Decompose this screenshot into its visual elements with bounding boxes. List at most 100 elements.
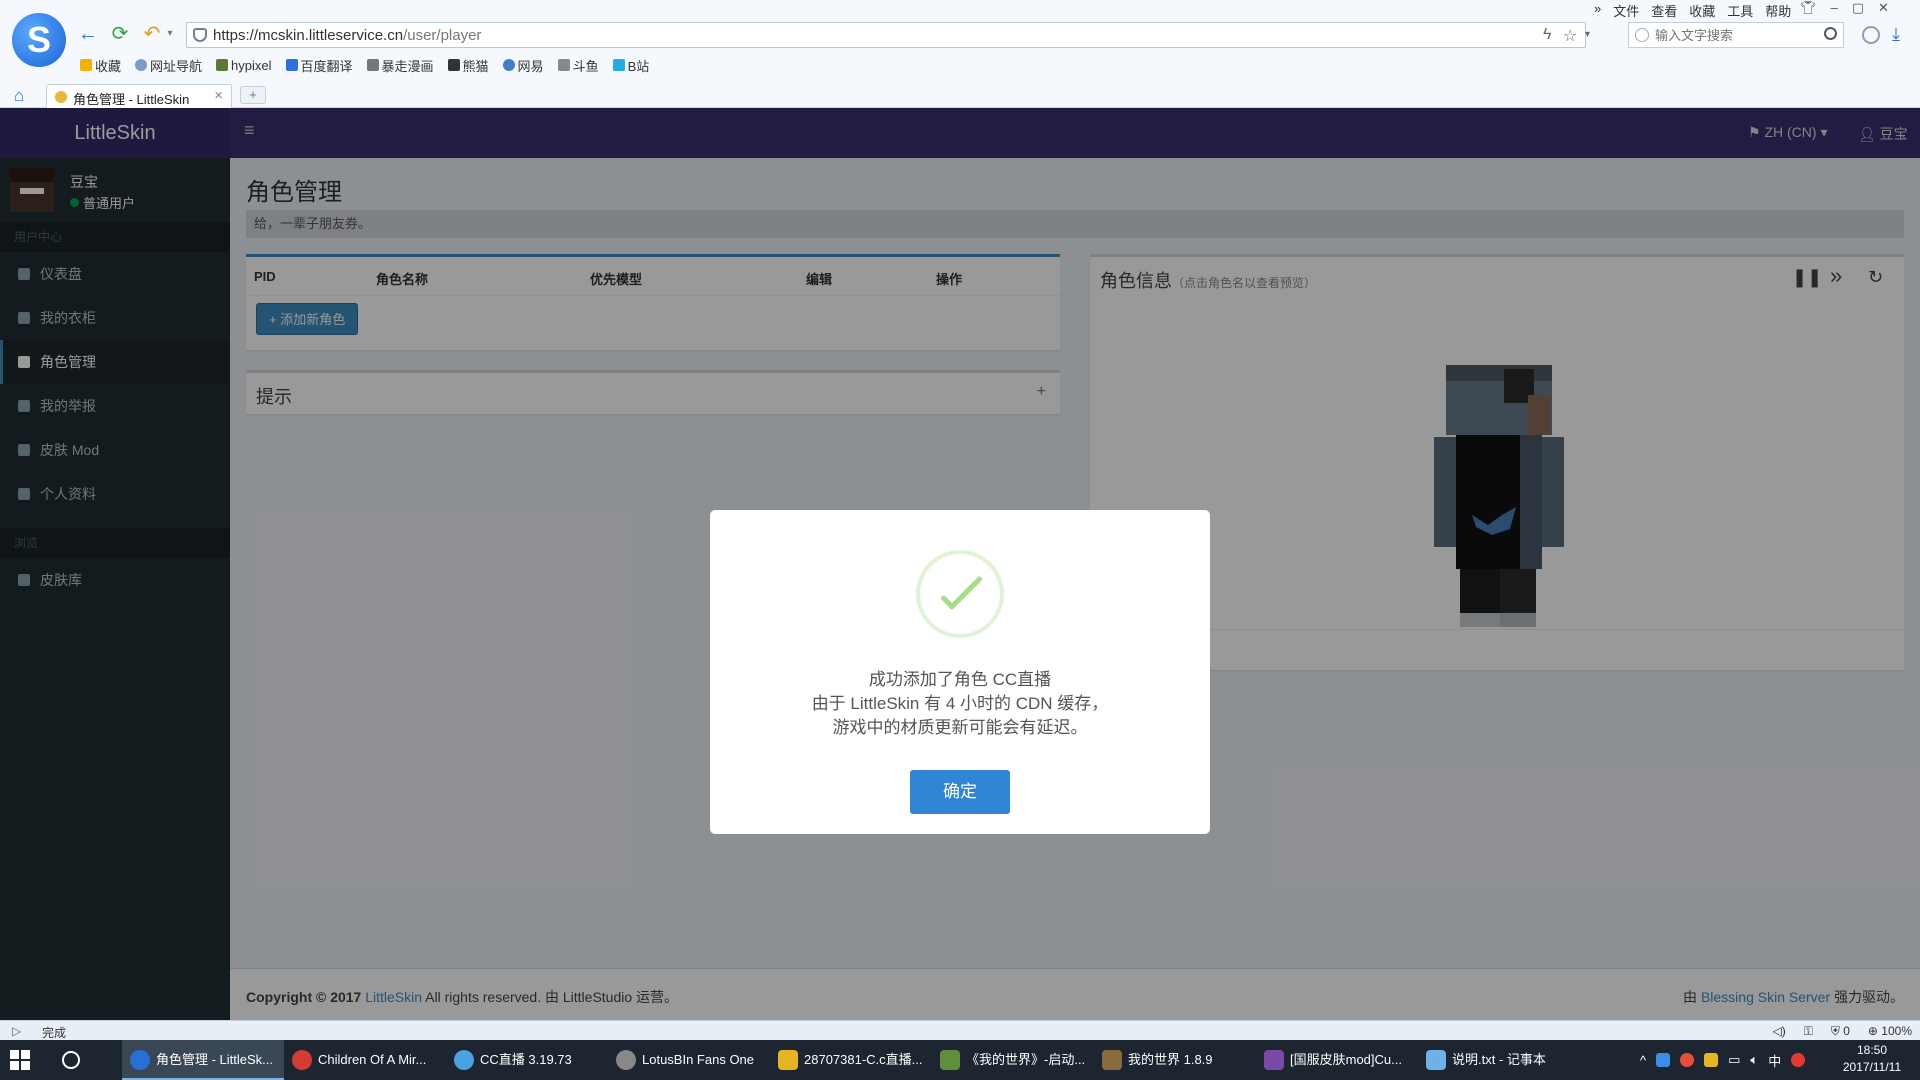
bookmark-item[interactable]: 暴走漫画 bbox=[366, 56, 434, 74]
cortana-icon[interactable] bbox=[62, 1051, 80, 1069]
dialog-line: 由于 LittleSkin 有 4 小时的 CDN 缓存， bbox=[811, 694, 1109, 713]
search-input[interactable] bbox=[1655, 26, 1805, 44]
taskbar-item[interactable]: 角色管理 - LittleSk... bbox=[122, 1040, 284, 1080]
status-text: 完成 bbox=[42, 1026, 67, 1040]
bookmark-item[interactable]: hypixel bbox=[216, 56, 272, 74]
shield-icon: ⛨ bbox=[1830, 1024, 1844, 1038]
lightning-icon[interactable]: ϟ bbox=[1543, 26, 1551, 44]
tray-app-icon[interactable] bbox=[1656, 1053, 1671, 1067]
bookmark-label: 暴走漫画 bbox=[381, 58, 434, 74]
minimize-button[interactable]: – bbox=[1831, 0, 1838, 16]
menu-view[interactable]: 查看 bbox=[1651, 1, 1677, 19]
browser-chrome: ← ⟳ ↶ ▾ https://mcskin.littleservice.cn/… bbox=[0, 0, 1920, 108]
taskbar-item[interactable]: LotusBIn Fans One bbox=[608, 1040, 770, 1080]
lock-icon[interactable]: ⚿ bbox=[1804, 1024, 1813, 1039]
taskbar-item[interactable]: 《我的世界》-启动... bbox=[932, 1040, 1094, 1080]
taskbar-item[interactable]: [国服皮肤mod]Cu... bbox=[1256, 1040, 1418, 1080]
netease-icon bbox=[502, 59, 515, 71]
bookmark-item[interactable]: 斗鱼 bbox=[557, 56, 599, 74]
menu-tools[interactable]: 工具 bbox=[1727, 1, 1753, 19]
back-arrow-icon[interactable]: ← bbox=[76, 22, 100, 46]
url-path: /user/player bbox=[403, 27, 482, 44]
dialog-line: 成功添加了角色 CC直播 bbox=[868, 670, 1052, 689]
taskbar-item[interactable]: Children Of A Mir... bbox=[284, 1040, 446, 1080]
search-icon[interactable] bbox=[1824, 27, 1837, 40]
translate-icon bbox=[285, 59, 298, 71]
windows-start-icon[interactable] bbox=[10, 1050, 30, 1070]
taskbar-item-label: LotusBIn Fans One bbox=[642, 1052, 755, 1067]
tab-title: 角色管理 - LittleSkin bbox=[73, 92, 190, 107]
volume-icon[interactable]: ◁) bbox=[1773, 1024, 1786, 1039]
download-icon[interactable]: ⤓ bbox=[1892, 24, 1900, 45]
close-window-button[interactable]: ✕ bbox=[1878, 0, 1889, 16]
bookmark-item[interactable]: 网易 bbox=[502, 56, 544, 74]
shirt-icon[interactable]: 👕︎ bbox=[1800, 0, 1817, 16]
bookmark-item[interactable]: 收藏 bbox=[80, 56, 121, 74]
new-tab-button[interactable]: + bbox=[240, 86, 266, 104]
star-icon bbox=[80, 59, 92, 71]
network-icon[interactable]: ▭ bbox=[1728, 1052, 1740, 1068]
taskbar-item-label: 角色管理 - LittleSk... bbox=[156, 1052, 274, 1067]
menu-more[interactable]: » bbox=[1594, 1, 1601, 19]
globe-icon[interactable] bbox=[1862, 26, 1880, 44]
tab-active[interactable]: 角色管理 - LittleSkin × bbox=[46, 84, 232, 108]
search-box[interactable] bbox=[1628, 22, 1844, 48]
bookmarks-bar: 收藏 网址导航 hypixel 百度翻译 暴走漫画 熊猫 网易 斗鱼 B站 bbox=[80, 56, 649, 74]
sogou-ime-icon[interactable] bbox=[1791, 1053, 1806, 1067]
ime-indicator[interactable]: 中 bbox=[1768, 1051, 1781, 1070]
tray-app-icon[interactable] bbox=[1680, 1053, 1695, 1067]
play-icon[interactable]: ▷ bbox=[12, 1024, 21, 1038]
taskbar-item[interactable]: 我的世界 1.8.9 bbox=[1094, 1040, 1256, 1080]
close-icon[interactable]: × bbox=[214, 87, 223, 104]
menu-file[interactable]: 文件 bbox=[1613, 1, 1639, 19]
refresh-icon[interactable]: ⟳ bbox=[108, 22, 132, 46]
zoom-icon: ⊕ bbox=[1867, 1024, 1882, 1038]
maximize-button[interactable]: ▢ bbox=[1852, 0, 1864, 16]
taskbar-item-label: [国服皮肤mod]Cu... bbox=[1290, 1052, 1402, 1067]
windows-taskbar: 角色管理 - LittleSk... Children Of A Mir... … bbox=[0, 1040, 1920, 1080]
bookmark-label: 百度翻译 bbox=[300, 58, 353, 74]
star-icon[interactable]: ☆ bbox=[1563, 26, 1577, 46]
undo-dropdown-icon[interactable]: ▾ bbox=[158, 22, 182, 46]
menu-favorites[interactable]: 收藏 bbox=[1689, 1, 1715, 19]
taskbar-item[interactable]: 说明.txt - 记事本 bbox=[1418, 1040, 1580, 1080]
bookmark-label: 收藏 bbox=[95, 58, 122, 74]
taskbar-item[interactable]: CC直播 3.19.73 bbox=[446, 1040, 608, 1080]
tray-expand-icon[interactable]: ^ bbox=[1640, 1053, 1646, 1068]
panda-icon bbox=[447, 59, 460, 71]
bookmark-item[interactable]: B站 bbox=[612, 56, 650, 74]
dialog-message: 成功添加了角色 CC直播 由于 LittleSkin 有 4 小时的 CDN 缓… bbox=[710, 668, 1210, 740]
bookmark-label: B站 bbox=[627, 58, 650, 74]
taskbar-clock[interactable]: 18:50 2017/11/11 bbox=[1830, 1042, 1914, 1076]
volume-icon[interactable]: 🔈︎ bbox=[1750, 1052, 1758, 1068]
menu-help[interactable]: 帮助 bbox=[1765, 1, 1791, 19]
taskbar-item-label: 说明.txt - 记事本 bbox=[1452, 1052, 1546, 1067]
winrar-icon bbox=[1264, 1050, 1284, 1070]
zoom-value: 100% bbox=[1881, 1024, 1912, 1038]
confirm-button[interactable]: 确定 bbox=[910, 770, 1010, 814]
sogou-browser-logo-icon[interactable] bbox=[12, 13, 66, 67]
url-text[interactable]: https://mcskin.littleservice.cn/user/pla… bbox=[213, 27, 481, 44]
blocked-count[interactable]: ⛨ 0 bbox=[1831, 1024, 1850, 1039]
bookmark-item[interactable]: 熊猫 bbox=[447, 56, 489, 74]
bookmark-label: 斗鱼 bbox=[572, 58, 599, 74]
taskbar-item[interactable]: 28707381-C.c直播... bbox=[770, 1040, 932, 1080]
address-bar[interactable]: https://mcskin.littleservice.cn/user/pla… bbox=[186, 22, 1590, 48]
douyu-icon bbox=[557, 59, 570, 71]
success-check-icon bbox=[916, 550, 1004, 638]
comic-icon bbox=[366, 59, 379, 71]
bookmark-label: 熊猫 bbox=[462, 58, 489, 74]
tray-app-icon[interactable] bbox=[1704, 1053, 1719, 1067]
taskbar-item-label: 《我的世界》-启动... bbox=[966, 1052, 1086, 1067]
modal-overlay[interactable]: 成功添加了角色 CC直播 由于 LittleSkin 有 4 小时的 CDN 缓… bbox=[0, 108, 1920, 1020]
bookmark-item[interactable]: 网址导航 bbox=[135, 56, 202, 74]
dropdown-icon[interactable]: ▾ bbox=[1585, 29, 1590, 40]
bilibili-icon bbox=[612, 59, 625, 71]
home-icon[interactable]: ⌂ bbox=[14, 86, 24, 106]
netease-music-icon bbox=[292, 1050, 312, 1070]
status-right: ◁) ⚿ ⛨ 0 ⊕ 100% bbox=[1773, 1024, 1913, 1039]
minecraft-block-icon bbox=[1102, 1050, 1122, 1070]
bookmark-item[interactable]: 百度翻译 bbox=[285, 56, 353, 74]
cube-icon bbox=[216, 59, 229, 71]
zoom-level[interactable]: ⊕ 100% bbox=[1868, 1024, 1912, 1039]
